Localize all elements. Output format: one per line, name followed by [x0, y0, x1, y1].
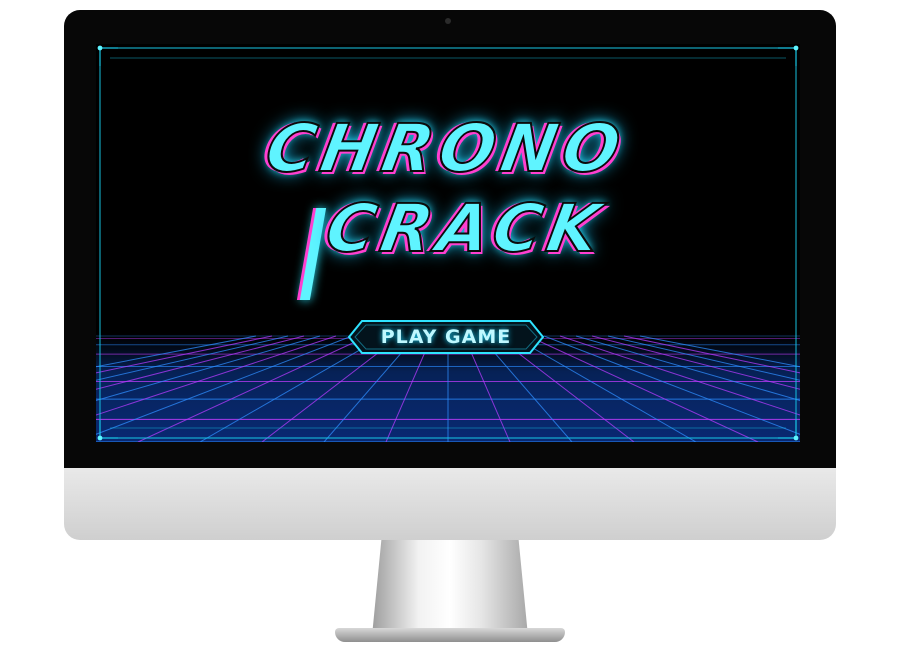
logo-title-line1: CHRONO — [259, 109, 633, 188]
logo-title-line2: CRACK — [319, 189, 612, 268]
monitor-stand-neck — [372, 540, 528, 636]
game-screen: CHRONO CRACK PLAY GAME — [96, 44, 800, 442]
play-game-button[interactable]: PLAY GAME — [348, 320, 544, 354]
monitor-chin — [64, 468, 836, 540]
webcam-icon — [445, 18, 451, 24]
monitor-stand-foot — [335, 628, 565, 642]
game-logo: CHRONO CRACK — [256, 100, 636, 300]
play-game-label: PLAY GAME — [380, 326, 512, 348]
